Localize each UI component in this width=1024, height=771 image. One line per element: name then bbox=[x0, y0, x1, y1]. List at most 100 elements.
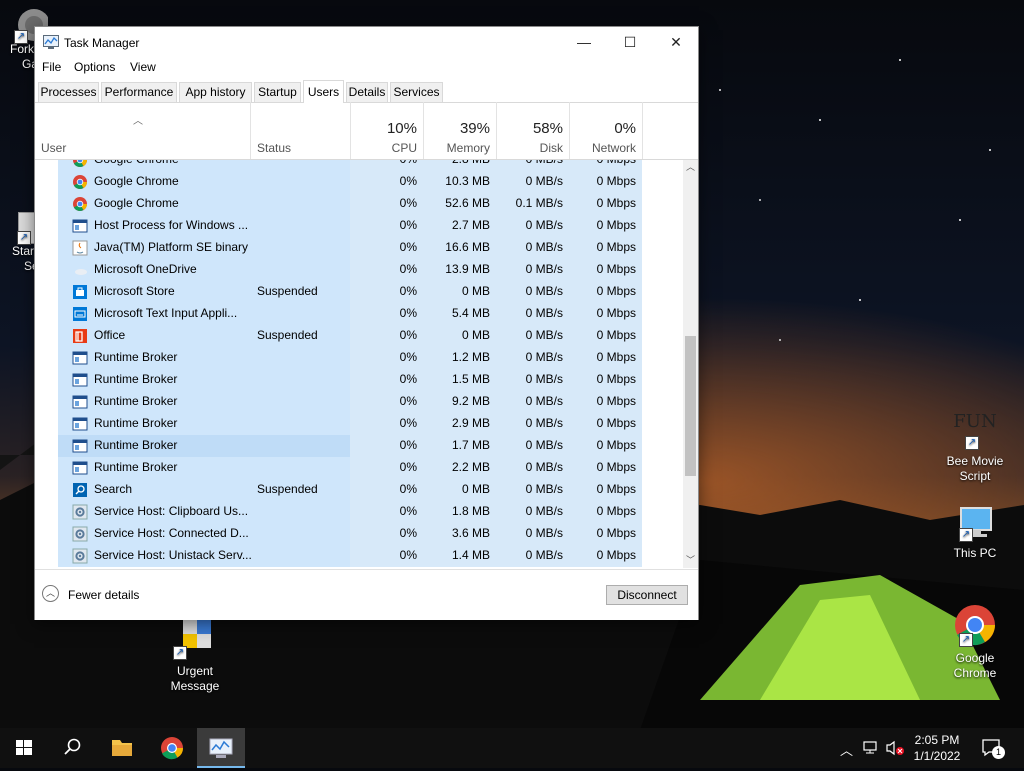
table-row[interactable]: Microsoft OneDrive 0% 13.9 MB 0 MB/s 0 Mbps bbox=[35, 259, 683, 281]
column-label: Network bbox=[591, 141, 636, 155]
scroll-up-icon[interactable]: ︿ bbox=[683, 160, 698, 175]
taskbar-chrome[interactable] bbox=[148, 728, 196, 768]
table-row[interactable]: Google Chrome 0% 2.8 MB 0 MB/s 0 Mbps bbox=[35, 160, 683, 171]
title-bar[interactable]: Task Manager — ☐ ✕ bbox=[35, 27, 698, 57]
process-name: Runtime Broker bbox=[94, 350, 178, 364]
show-hidden-icons-icon[interactable]: ︿ bbox=[840, 740, 853, 759]
table-row[interactable]: Microsoft Store Suspended 0% 0 MB 0 MB/s 0 Mb… bbox=[35, 281, 683, 303]
network-percent: 0% bbox=[614, 120, 636, 137]
computer-icon: ↗ bbox=[953, 506, 997, 542]
table-row[interactable]: Office Suspended 0% 0 MB 0 MB/s 0 Mbps bbox=[35, 325, 683, 347]
process-name: Service Host: Connected D... bbox=[94, 526, 249, 540]
desktop-icon-google-chrome[interactable]: ↗ Google Chrome bbox=[937, 603, 1013, 681]
disk-value: 0 MB/s bbox=[525, 504, 563, 518]
taskbar-file-explorer[interactable] bbox=[98, 728, 146, 768]
table-row[interactable]: Runtime Broker 0% 9.2 MB 0 MB/s 0 Mbps bbox=[35, 391, 683, 413]
task-manager-window: Task Manager — ☐ ✕ File Options View Pro… bbox=[34, 26, 699, 620]
process-name: Service Host: Unistack Serv... bbox=[94, 548, 252, 562]
start-button[interactable] bbox=[0, 728, 48, 768]
thumb-text: FUN bbox=[953, 411, 997, 432]
cpu-percent: 10% bbox=[386, 120, 417, 137]
scroll-down-icon[interactable]: ﹀ bbox=[683, 553, 698, 568]
tab-processes[interactable]: Processes bbox=[38, 82, 99, 102]
table-row[interactable]: Service Host: Unistack Serv... 0% 1.4 MB 0 … bbox=[35, 545, 683, 567]
disk-percent: 58% bbox=[532, 120, 563, 137]
network-icon[interactable] bbox=[863, 740, 881, 759]
menu-file[interactable]: File bbox=[42, 60, 61, 74]
disk-value: 0 MB/s bbox=[525, 350, 563, 364]
desktop-icon-bee-movie-script[interactable]: FUN ↗ Bee Movie Script bbox=[937, 410, 1013, 484]
volume-muted-icon[interactable] bbox=[885, 740, 905, 759]
column-disk[interactable]: 58% Disk bbox=[496, 102, 569, 159]
table-row[interactable]: Service Host: Clipboard Us... 0% 1.8 MB 0 M… bbox=[35, 501, 683, 523]
network-value: 0 Mbps bbox=[596, 306, 636, 320]
table-row[interactable]: Host Process for Windows ... 0% 2.7 MB 0 MB… bbox=[35, 215, 683, 237]
icon-label: Script bbox=[959, 469, 991, 483]
disk-value: 0 MB/s bbox=[496, 160, 563, 166]
table-row[interactable]: Runtime Broker 0% 1.2 MB 0 MB/s 0 Mbps bbox=[35, 347, 683, 369]
table-row[interactable]: Microsoft Text Input Appli... 0% 5.4 MB 0 M… bbox=[35, 303, 683, 325]
column-cpu[interactable]: 10% CPU bbox=[350, 102, 423, 159]
table-row[interactable]: Google Chrome 0% 10.3 MB 0 MB/s 0 Mbps bbox=[35, 171, 683, 193]
desktop-icon-this-pc[interactable]: ↗ This PC bbox=[937, 506, 1013, 561]
table-row[interactable]: Runtime Broker 0% 1.5 MB 0 MB/s 0 Mbps bbox=[35, 369, 683, 391]
desktop-icon-urgent-message[interactable]: ↗ Urgent Message bbox=[157, 616, 233, 694]
tab-details[interactable]: Details bbox=[346, 82, 388, 102]
scroll-thumb[interactable] bbox=[685, 336, 696, 476]
minimize-button[interactable]: — bbox=[561, 27, 607, 57]
memory-value: 1.7 MB bbox=[451, 438, 490, 452]
disk-value: 0 MB/s bbox=[525, 482, 563, 496]
process-status: Suspended bbox=[257, 328, 318, 342]
taskbar-search-button[interactable] bbox=[48, 728, 96, 768]
process-name: Search bbox=[94, 482, 133, 496]
menu-options[interactable]: Options bbox=[74, 60, 115, 74]
action-center-button[interactable]: 1 bbox=[980, 736, 1010, 762]
clock[interactable]: 2:05 PM 1/1/2022 bbox=[905, 732, 969, 764]
table-row[interactable]: Runtime Broker 0% 2.2 MB 0 MB/s 0 Mbps bbox=[35, 457, 683, 479]
folder-icon bbox=[112, 740, 132, 756]
table-row[interactable]: Search Suspended 0% 0 MB 0 MB/s 0 Mbps bbox=[35, 479, 683, 501]
table-row[interactable]: Google Chrome 0% 52.6 MB 0.1 MB/s 0 Mbps bbox=[35, 193, 683, 215]
shortcut-arrow-icon: ↗ bbox=[17, 231, 31, 245]
disk-value: 0 MB/s bbox=[525, 548, 563, 562]
table-row[interactable]: Runtime Broker 0% 1.7 MB 0 MB/s 0 Mbps bbox=[35, 435, 683, 457]
column-network[interactable]: 0% Network bbox=[569, 102, 642, 159]
disconnect-button[interactable]: Disconnect bbox=[606, 585, 688, 605]
chevron-up-circle-icon: ︿ bbox=[42, 585, 59, 602]
menu-view[interactable]: View bbox=[130, 60, 156, 74]
memory-value: 2.9 MB bbox=[451, 416, 490, 430]
gear-icon bbox=[72, 504, 88, 520]
window-process-icon bbox=[72, 372, 88, 388]
cpu-value: 0% bbox=[399, 438, 417, 452]
close-button[interactable]: ✕ bbox=[653, 27, 699, 57]
disk-value: 0 MB/s bbox=[525, 438, 563, 452]
shortcut-arrow-icon: ↗ bbox=[959, 633, 973, 647]
clock-date: 1/1/2022 bbox=[913, 749, 961, 763]
process-name: Microsoft Store bbox=[94, 284, 175, 298]
icon-label: Urgent bbox=[176, 664, 214, 678]
tab-app-history[interactable]: App history bbox=[179, 82, 252, 102]
column-memory[interactable]: 39% Memory bbox=[423, 102, 496, 159]
network-value: 0 Mbps bbox=[596, 196, 636, 210]
column-status[interactable]: Status bbox=[250, 102, 350, 159]
vertical-scrollbar[interactable]: ︿ ﹀ bbox=[683, 160, 698, 568]
shortcut-arrow-icon: ↗ bbox=[173, 646, 187, 660]
search-icon bbox=[64, 738, 81, 755]
tab-services[interactable]: Services bbox=[390, 82, 443, 102]
table-row[interactable]: Runtime Broker 0% 2.9 MB 0 MB/s 0 Mbps bbox=[35, 413, 683, 435]
tab-performance[interactable]: Performance bbox=[101, 82, 177, 102]
table-row[interactable]: Java(TM) Platform SE binary 0% 16.6 MB 0 MB… bbox=[35, 237, 683, 259]
window-process-icon bbox=[72, 218, 88, 234]
task-manager-icon bbox=[43, 35, 59, 49]
memory-value: 16.6 MB bbox=[445, 240, 490, 254]
memory-value: 0 MB bbox=[461, 284, 490, 298]
table-row[interactable]: Service Host: Connected D... 0% 3.6 MB 0 MB… bbox=[35, 523, 683, 545]
column-user[interactable]: ︿ User bbox=[35, 102, 250, 159]
cpu-value: 0% bbox=[399, 262, 417, 276]
tab-users[interactable]: Users bbox=[303, 80, 344, 103]
maximize-button[interactable]: ☐ bbox=[607, 27, 653, 57]
taskbar-task-manager[interactable] bbox=[197, 728, 245, 768]
tab-startup[interactable]: Startup bbox=[254, 82, 301, 102]
process-name: Microsoft Text Input Appli... bbox=[94, 306, 238, 320]
clock-time: 2:05 PM bbox=[914, 733, 960, 747]
